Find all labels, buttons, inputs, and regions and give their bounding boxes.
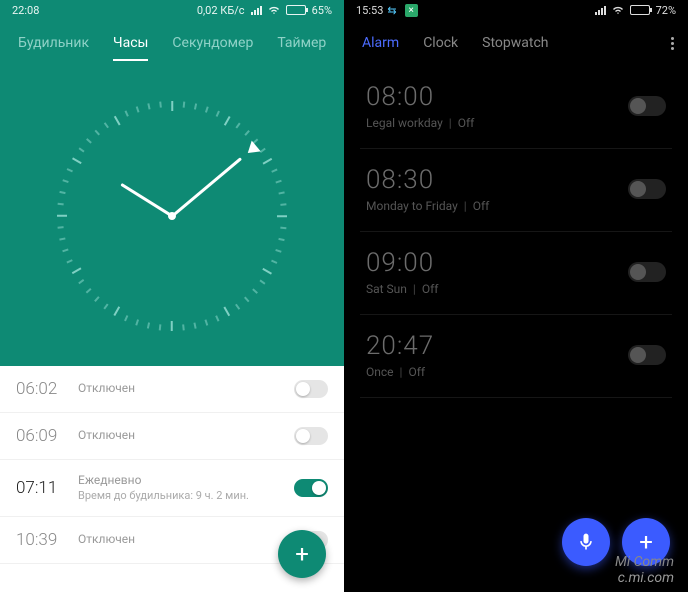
alarm-toggle[interactable] [294,479,328,497]
tab-timer[interactable]: Таймер [269,29,334,57]
alarm-time: 07:11 [16,478,78,498]
plus-icon: + [639,528,653,556]
phone-left: 22:08 0,02 КБ/с 65% Будильник Часы Секун… [0,0,344,592]
tab-stopwatch[interactable]: Stopwatch [474,29,556,57]
alarm-list-right: 08:00 Legal workday|Off 08:30 Monday to … [344,66,688,398]
alarm-time: 08:30 [366,165,628,195]
phone-right: 15:53 ⇆ × 72% Alarm Clock Stopwatch 08:0… [344,0,688,592]
voice-button[interactable] [562,518,610,566]
signal-icon [251,6,262,15]
tab-alarm[interactable]: Будильник [10,29,97,57]
wifi-icon [268,4,280,16]
wifi-icon [612,4,624,16]
alarm-row[interactable]: 09:00 Sat Sun|Off [360,232,672,315]
alarm-row[interactable]: 07:11 ЕжедневноВремя до будильника: 9 ч.… [0,460,344,517]
alarm-row[interactable]: 08:00 Legal workday|Off [360,66,672,149]
alarm-time: 20:47 [366,331,628,361]
signal-icon [595,6,606,15]
alarm-label: Отключен [78,532,294,548]
alarm-toggle[interactable] [628,96,666,116]
alarm-row[interactable]: 06:09 Отключен [0,413,344,460]
alarm-label: Sat Sun|Off [366,282,628,296]
alarm-row[interactable]: 20:47 Once|Off [360,315,672,398]
statusbar-right: 15:53 ⇆ × 72% [344,0,688,20]
alarm-row[interactable]: 08:30 Monday to Friday|Off [360,149,672,232]
status-net-speed: 0,02 КБ/с [197,4,245,17]
tab-stopwatch[interactable]: Секундомер [164,29,261,57]
status-battery: 65% [312,4,332,17]
alarm-toggle[interactable] [294,380,328,398]
mic-icon [576,532,596,552]
alarm-label: Once|Off [366,365,628,379]
alarm-toggle[interactable] [628,345,666,365]
alarm-time: 08:00 [366,82,628,112]
alarm-time: 09:00 [366,248,628,278]
battery-icon [286,5,306,15]
alarm-toggle[interactable] [628,179,666,199]
status-time: 22:08 [12,4,39,17]
plus-icon: + [295,540,309,568]
tabs-left: Будильник Часы Секундомер Таймер [0,20,344,66]
overflow-menu[interactable] [667,33,678,54]
alarm-label: Monday to Friday|Off [366,199,628,213]
alarm-time: 10:39 [16,530,78,550]
tabs-right: Alarm Clock Stopwatch [344,20,688,66]
clock-center [168,212,176,220]
clock-face [0,66,344,366]
battery-icon [630,5,650,15]
alarm-label: Отключен [78,428,294,444]
tab-clock[interactable]: Clock [415,29,466,57]
alarm-row[interactable]: 06:02 Отключен [0,366,344,413]
status-battery: 72% [656,4,676,17]
add-alarm-button[interactable]: + [278,530,326,578]
alarm-toggle[interactable] [294,427,328,445]
alarm-time: 06:02 [16,379,78,399]
add-alarm-button[interactable]: + [622,518,670,566]
alarm-time: 06:09 [16,426,78,446]
status-time: 15:53 [356,4,383,17]
tab-alarm[interactable]: Alarm [354,29,407,57]
alarm-label: ЕжедневноВремя до будильника: 9 ч. 2 мин… [78,473,294,503]
alarm-label: Отключен [78,381,294,397]
status-badge-icon: × [405,4,418,17]
tab-clock[interactable]: Часы [105,29,156,57]
alarm-toggle[interactable] [628,262,666,282]
alarm-label: Legal workday|Off [366,116,628,130]
statusbar-left: 22:08 0,02 КБ/с 65% [0,0,344,20]
